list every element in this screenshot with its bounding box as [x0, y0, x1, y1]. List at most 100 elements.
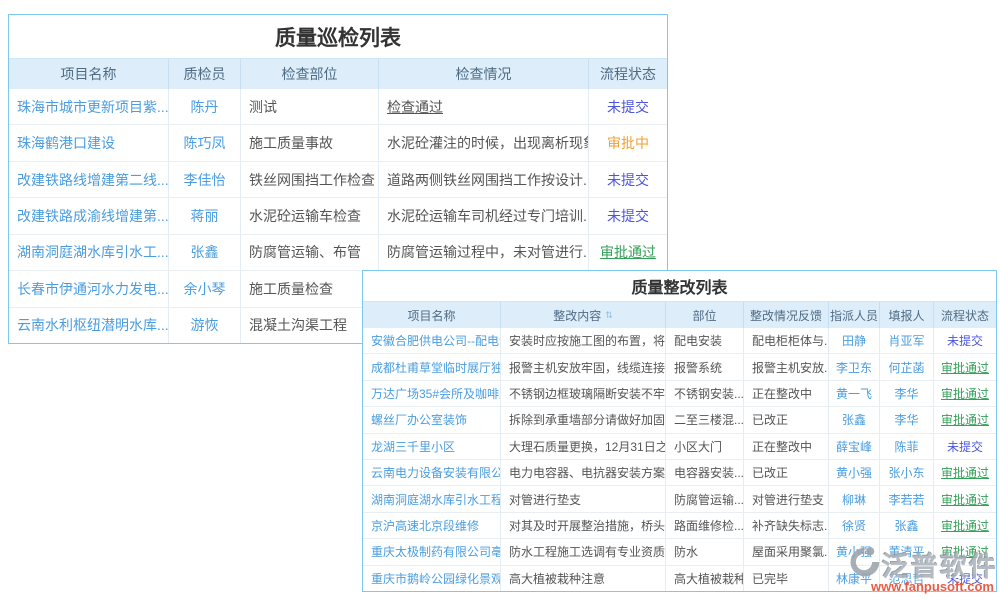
cell-link[interactable]: 肖亚军: [880, 328, 934, 353]
cell-text: 高大植被栽种注意: [501, 566, 666, 591]
cell-text: 安装时应按施工图的布置，将...: [501, 328, 666, 353]
quality-rectification-table: 质量整改列表 项目名称整改内容⇅部位整改情况反馈指派人员填报人流程状态 安徽合肥…: [362, 270, 997, 592]
cell-link[interactable]: 黄一飞: [829, 381, 880, 406]
cell-text: 配电柜柜体与...: [744, 328, 829, 353]
cell-text: 已改正: [744, 407, 829, 432]
cell-text[interactable]: 检查通过: [379, 89, 589, 124]
cell-link[interactable]: 徐贤: [829, 513, 880, 538]
cell-text: 铁丝网围挡工作检查: [241, 162, 379, 197]
cell-link[interactable]: 安徽合肥供电公司--配电设备...: [363, 328, 501, 353]
cell-link[interactable]: 柳琳: [829, 486, 880, 511]
status-badge[interactable]: 审批通过: [934, 513, 996, 538]
cell-link[interactable]: 黄小强: [829, 539, 880, 564]
cell-link[interactable]: 龙湖三千里小区: [363, 434, 501, 459]
cell-text: 道路两侧铁丝网围挡工作按设计...: [379, 162, 589, 197]
column-header-6: 填报人: [880, 302, 934, 328]
cell-link[interactable]: 云南水利枢纽潜明水库...: [9, 308, 169, 343]
cell-text: 正在整改中: [744, 434, 829, 459]
cell-link[interactable]: 张鑫: [169, 235, 241, 270]
cell-link[interactable]: 黄小强: [829, 460, 880, 485]
cell-link[interactable]: 董清平: [880, 539, 934, 564]
column-header-2[interactable]: 整改内容⇅: [501, 302, 666, 328]
rectification-table-title: 质量整改列表: [363, 271, 996, 302]
table-row: 龙湖三千里小区大理石质量更换，12月31日之...小区大门正在整改中薛宝峰陈菲未…: [363, 433, 996, 459]
cell-text: 测试: [241, 89, 379, 124]
status-badge[interactable]: 审批通过: [934, 486, 996, 511]
cell-link[interactable]: 万达广场35#会所及咖啡厅空...: [363, 381, 501, 406]
status-badge: 未提交: [589, 162, 667, 197]
cell-link[interactable]: 范思哲: [880, 566, 934, 591]
status-badge[interactable]: 审批通过: [934, 354, 996, 379]
column-header-7: 流程状态: [934, 302, 996, 328]
table-row: 改建铁路线增建第二线...李佳怡铁丝网围挡工作检查道路两侧铁丝网围挡工作按设计.…: [9, 161, 667, 197]
cell-text: 施工质量检查: [241, 271, 379, 306]
cell-text: 水泥砼运输车司机经过专门培训...: [379, 198, 589, 233]
table-row: 安徽合肥供电公司--配电设备...安装时应按施工图的布置，将...配电安装配电柜…: [363, 328, 996, 353]
cell-link[interactable]: 蒋丽: [169, 198, 241, 233]
cell-link[interactable]: 李华: [880, 407, 934, 432]
cell-link[interactable]: 陈菲: [880, 434, 934, 459]
status-badge: 未提交: [934, 434, 996, 459]
cell-text: 正在整改中: [744, 381, 829, 406]
cell-link[interactable]: 云南电力设备安装有限公司20...: [363, 460, 501, 485]
cell-link[interactable]: 湖南洞庭湖水库引水工程施工标: [363, 486, 501, 511]
cell-text: 不锈钢安装...: [666, 381, 744, 406]
status-badge: 未提交: [934, 328, 996, 353]
cell-text: 路面维修检...: [666, 513, 744, 538]
cell-link[interactable]: 湖南洞庭湖水库引水工...: [9, 235, 169, 270]
cell-link[interactable]: 重庆市鹅岭公园绿化景观提升...: [363, 566, 501, 591]
cell-text: 水泥砼运输车检查: [241, 198, 379, 233]
column-header-4: 检查情况: [379, 59, 589, 89]
cell-link[interactable]: 张鑫: [829, 407, 880, 432]
status-badge[interactable]: 审批通过: [934, 539, 996, 564]
cell-text: 补齐缺失标志...: [744, 513, 829, 538]
cell-text: 防水工程施工选调有专业资质...: [501, 539, 666, 564]
cell-link[interactable]: 珠海市城市更新项目紫...: [9, 89, 169, 124]
cell-link[interactable]: 珠海鹤港口建设: [9, 125, 169, 160]
status-badge[interactable]: 审批通过: [934, 460, 996, 485]
cell-link[interactable]: 重庆太极制药有限公司亳州中...: [363, 539, 501, 564]
table-row: 湖南洞庭湖水库引水工...张鑫防腐管运输、布管防腐管运输过程中，未对管进行...…: [9, 234, 667, 270]
cell-text: 小区大门: [666, 434, 744, 459]
cell-link[interactable]: 游恢: [169, 308, 241, 343]
cell-text: 混凝土沟渠工程: [241, 308, 379, 343]
cell-link[interactable]: 田静: [829, 328, 880, 353]
status-badge[interactable]: 审批通过: [589, 235, 667, 270]
cell-text: 已完毕: [744, 566, 829, 591]
cell-text: 报警系统: [666, 354, 744, 379]
cell-link[interactable]: 改建铁路成渝线增建第...: [9, 198, 169, 233]
cell-text: 防腐管运输过程中，未对管进行...: [379, 235, 589, 270]
status-badge: 未提交: [934, 566, 996, 591]
cell-text: 二至三楼混...: [666, 407, 744, 432]
cell-text: 水泥砼灌注的时候，出现离析现象: [379, 125, 589, 160]
cell-link[interactable]: 李华: [880, 381, 934, 406]
cell-link[interactable]: 京沪高速北京段维修: [363, 513, 501, 538]
column-header-3: 检查部位: [241, 59, 379, 89]
table-row: 重庆太极制药有限公司亳州中...防水工程施工选调有专业资质...防水屋面采用聚氯…: [363, 538, 996, 564]
cell-link[interactable]: 螺丝厂办公室装饰: [363, 407, 501, 432]
cell-link[interactable]: 张小东: [880, 460, 934, 485]
cell-link[interactable]: 何芷菡: [880, 354, 934, 379]
cell-link[interactable]: 李佳怡: [169, 162, 241, 197]
table-row: 云南电力设备安装有限公司20...电力电容器、电抗器安装方案...电容器安装..…: [363, 459, 996, 485]
table-row: 京沪高速北京段维修对其及时开展整治措施，桥头...路面维修检...补齐缺失标志.…: [363, 512, 996, 538]
status-badge[interactable]: 审批通过: [934, 407, 996, 432]
cell-text: 高大植被栽种: [666, 566, 744, 591]
cell-link[interactable]: 薛宝峰: [829, 434, 880, 459]
table-row: 螺丝厂办公室装饰拆除到承重墙部分请做好加固...二至三楼混...已改正张鑫李华审…: [363, 406, 996, 432]
cell-link[interactable]: 改建铁路线增建第二线...: [9, 162, 169, 197]
cell-link[interactable]: 陈丹: [169, 89, 241, 124]
cell-link[interactable]: 余小琴: [169, 271, 241, 306]
inspection-table-header: 项目名称质检员检查部位检查情况流程状态: [9, 59, 667, 89]
rectification-table-body: 安徽合肥供电公司--配电设备...安装时应按施工图的布置，将...配电安装配电柜…: [363, 328, 996, 591]
cell-link[interactable]: 陈巧凤: [169, 125, 241, 160]
column-header-1: 项目名称: [363, 302, 501, 328]
cell-link[interactable]: 李卫东: [829, 354, 880, 379]
cell-link[interactable]: 长春市伊通河水力发电...: [9, 271, 169, 306]
sort-icon[interactable]: ⇅: [605, 311, 613, 320]
status-badge[interactable]: 审批通过: [934, 381, 996, 406]
cell-link[interactable]: 成都杜甫草堂临时展厅独立展...: [363, 354, 501, 379]
cell-link[interactable]: 李若若: [880, 486, 934, 511]
cell-link[interactable]: 林康平: [829, 566, 880, 591]
cell-link[interactable]: 张鑫: [880, 513, 934, 538]
